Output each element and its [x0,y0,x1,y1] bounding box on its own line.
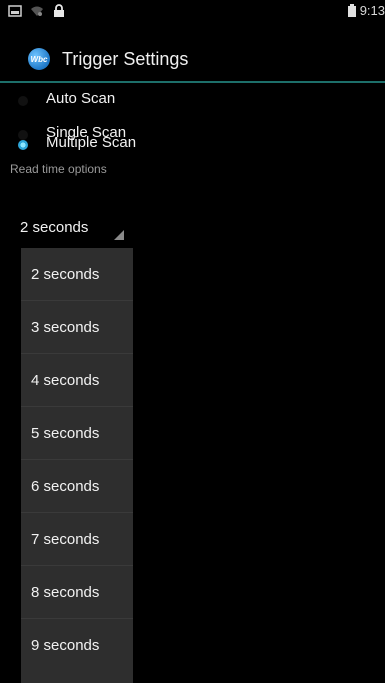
dropdown-item[interactable]: 6 seconds [21,460,133,513]
dropdown-item[interactable]: 3 seconds [21,301,133,354]
read-time-spinner[interactable]: 2 seconds [10,212,130,244]
radio-button-icon[interactable] [18,140,28,150]
dropdown-item-label: 8 seconds [31,584,100,601]
dropdown-item-label: 7 seconds [31,531,100,548]
spinner-selected-value: 2 seconds [20,219,89,236]
dropdown-item-label: 4 seconds [31,372,100,389]
read-time-dropdown: 2 seconds 3 seconds 4 seconds 5 seconds … [21,248,133,683]
dropdown-item[interactable]: 9 seconds [21,619,133,671]
wifi-icon [31,6,43,16]
dropdown-item-label: 5 seconds [31,425,100,442]
dropdown-arrow-icon [114,230,124,240]
app-logo-icon[interactable]: Wbc [28,48,50,70]
image-icon [8,5,22,17]
radio-label: Multiple Scan [46,134,137,151]
action-bar: Wbc Trigger Settings [0,24,385,83]
dropdown-item-label: 9 seconds [31,637,100,654]
radio-auto-scan[interactable]: Auto Scan [0,87,385,119]
dropdown-item[interactable]: 2 seconds [21,248,133,301]
dropdown-item[interactable]: 4 seconds [21,354,133,407]
dropdown-item-label: 6 seconds [31,478,100,495]
dropdown-item[interactable]: 5 seconds [21,407,133,460]
radio-button-icon[interactable] [18,96,28,106]
status-icons [8,4,66,18]
dropdown-item[interactable]: 7 seconds [21,513,133,566]
page-title: Trigger Settings [62,49,189,69]
dropdown-item[interactable]: 8 seconds [21,566,133,619]
action-bar-divider [0,81,385,83]
battery-icon [347,4,356,17]
clock: 9:13 [359,3,385,18]
lock-icon [54,4,64,17]
radio-multiple-scan[interactable]: Multiple Scan [0,131,385,163]
read-time-label: Read time options [10,162,107,176]
status-right: 9:13 [347,3,385,18]
dropdown-item-label: 3 seconds [31,319,100,336]
dropdown-item-label: 2 seconds [31,266,100,283]
status-bar: 9:13 [0,0,385,24]
radio-label: Auto Scan [46,90,116,107]
